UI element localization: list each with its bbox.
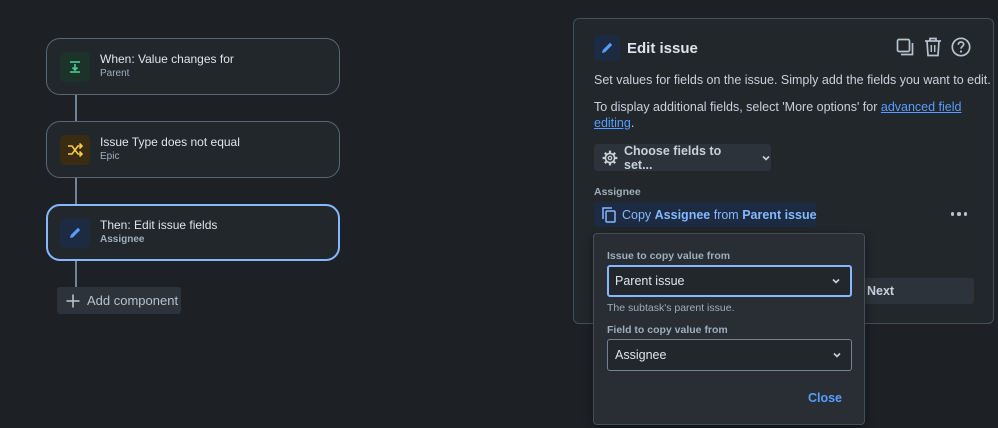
more-dot [950,212,955,216]
trigger-node[interactable]: When: Value changes for Parent [46,38,340,95]
trigger-icon [60,51,90,82]
copy-source-name: Parent issue [742,207,817,222]
add-component-button[interactable]: Add component [57,287,181,314]
pencil-icon [594,35,620,61]
field-source-select[interactable]: Assignee [607,339,852,371]
next-label: Next [867,284,895,298]
copy-field-name: Assignee [654,207,711,222]
advanced-editing-hint: To display additional fields, select 'Mo… [594,99,974,131]
condition-shuffle-icon [60,134,90,165]
copy-prefix: Copy [622,207,655,222]
panel-toolbar [895,36,971,58]
action-node[interactable]: Then: Edit issue fields Assignee [46,204,340,261]
condition-node-title: Issue Type does not equal [100,135,240,149]
flow-connector-2 [75,177,77,205]
chevron-down-icon [831,276,841,286]
copy-middle: from [710,207,743,222]
hint-suffix: . [630,116,635,130]
chevron-down-icon [832,350,842,360]
gear-icon [602,150,618,166]
field-source-label: Field to copy value from [607,324,728,336]
help-icon[interactable] [951,36,971,58]
choose-fields-button[interactable]: Choose fields to set... [594,143,771,172]
pencil-icon [60,217,90,248]
assignee-field-label: Assignee [594,186,641,198]
issue-source-label: Issue to copy value from [607,250,731,262]
issue-source-helper: The subtask's parent issue. [607,302,735,314]
condition-node[interactable]: Issue Type does not equal Epic [46,121,340,178]
copy-value-popover: Issue to copy value from Parent issue Th… [593,233,865,425]
condition-node-subtitle: Epic [100,151,120,162]
copy-icon [602,206,616,223]
flow-connector-3 [75,261,77,287]
plus-icon [65,293,81,309]
panel-description: Set values for fields on the issue. Simp… [594,73,991,87]
action-node-subtitle: Assignee [100,234,145,245]
action-node-title: Then: Edit issue fields [100,218,218,232]
more-dot [963,212,968,216]
panel-title: Edit issue [627,39,698,57]
panel-header: Edit issue [594,35,698,61]
next-button[interactable]: Next [854,278,974,304]
issue-source-value: Parent issue [615,274,685,288]
copy-assignee-button[interactable]: Copy Assignee from Parent issue [594,202,817,227]
more-options-button[interactable] [949,206,969,222]
trigger-node-title: When: Value changes for [100,52,234,66]
hint-prefix: To display additional fields, select 'Mo… [594,100,881,114]
choose-fields-label: Choose fields to set... [624,143,722,172]
field-source-value: Assignee [615,348,667,362]
flow-connector-1 [75,94,77,122]
chevron-down-icon [761,153,771,163]
trigger-node-subtitle: Parent [100,68,130,79]
duplicate-icon[interactable] [895,36,915,58]
close-button[interactable]: Close [808,391,842,405]
issue-source-select[interactable]: Parent issue [607,265,852,297]
trash-icon[interactable] [923,36,943,58]
more-dot [957,212,961,216]
add-component-label: Add component [87,293,179,308]
